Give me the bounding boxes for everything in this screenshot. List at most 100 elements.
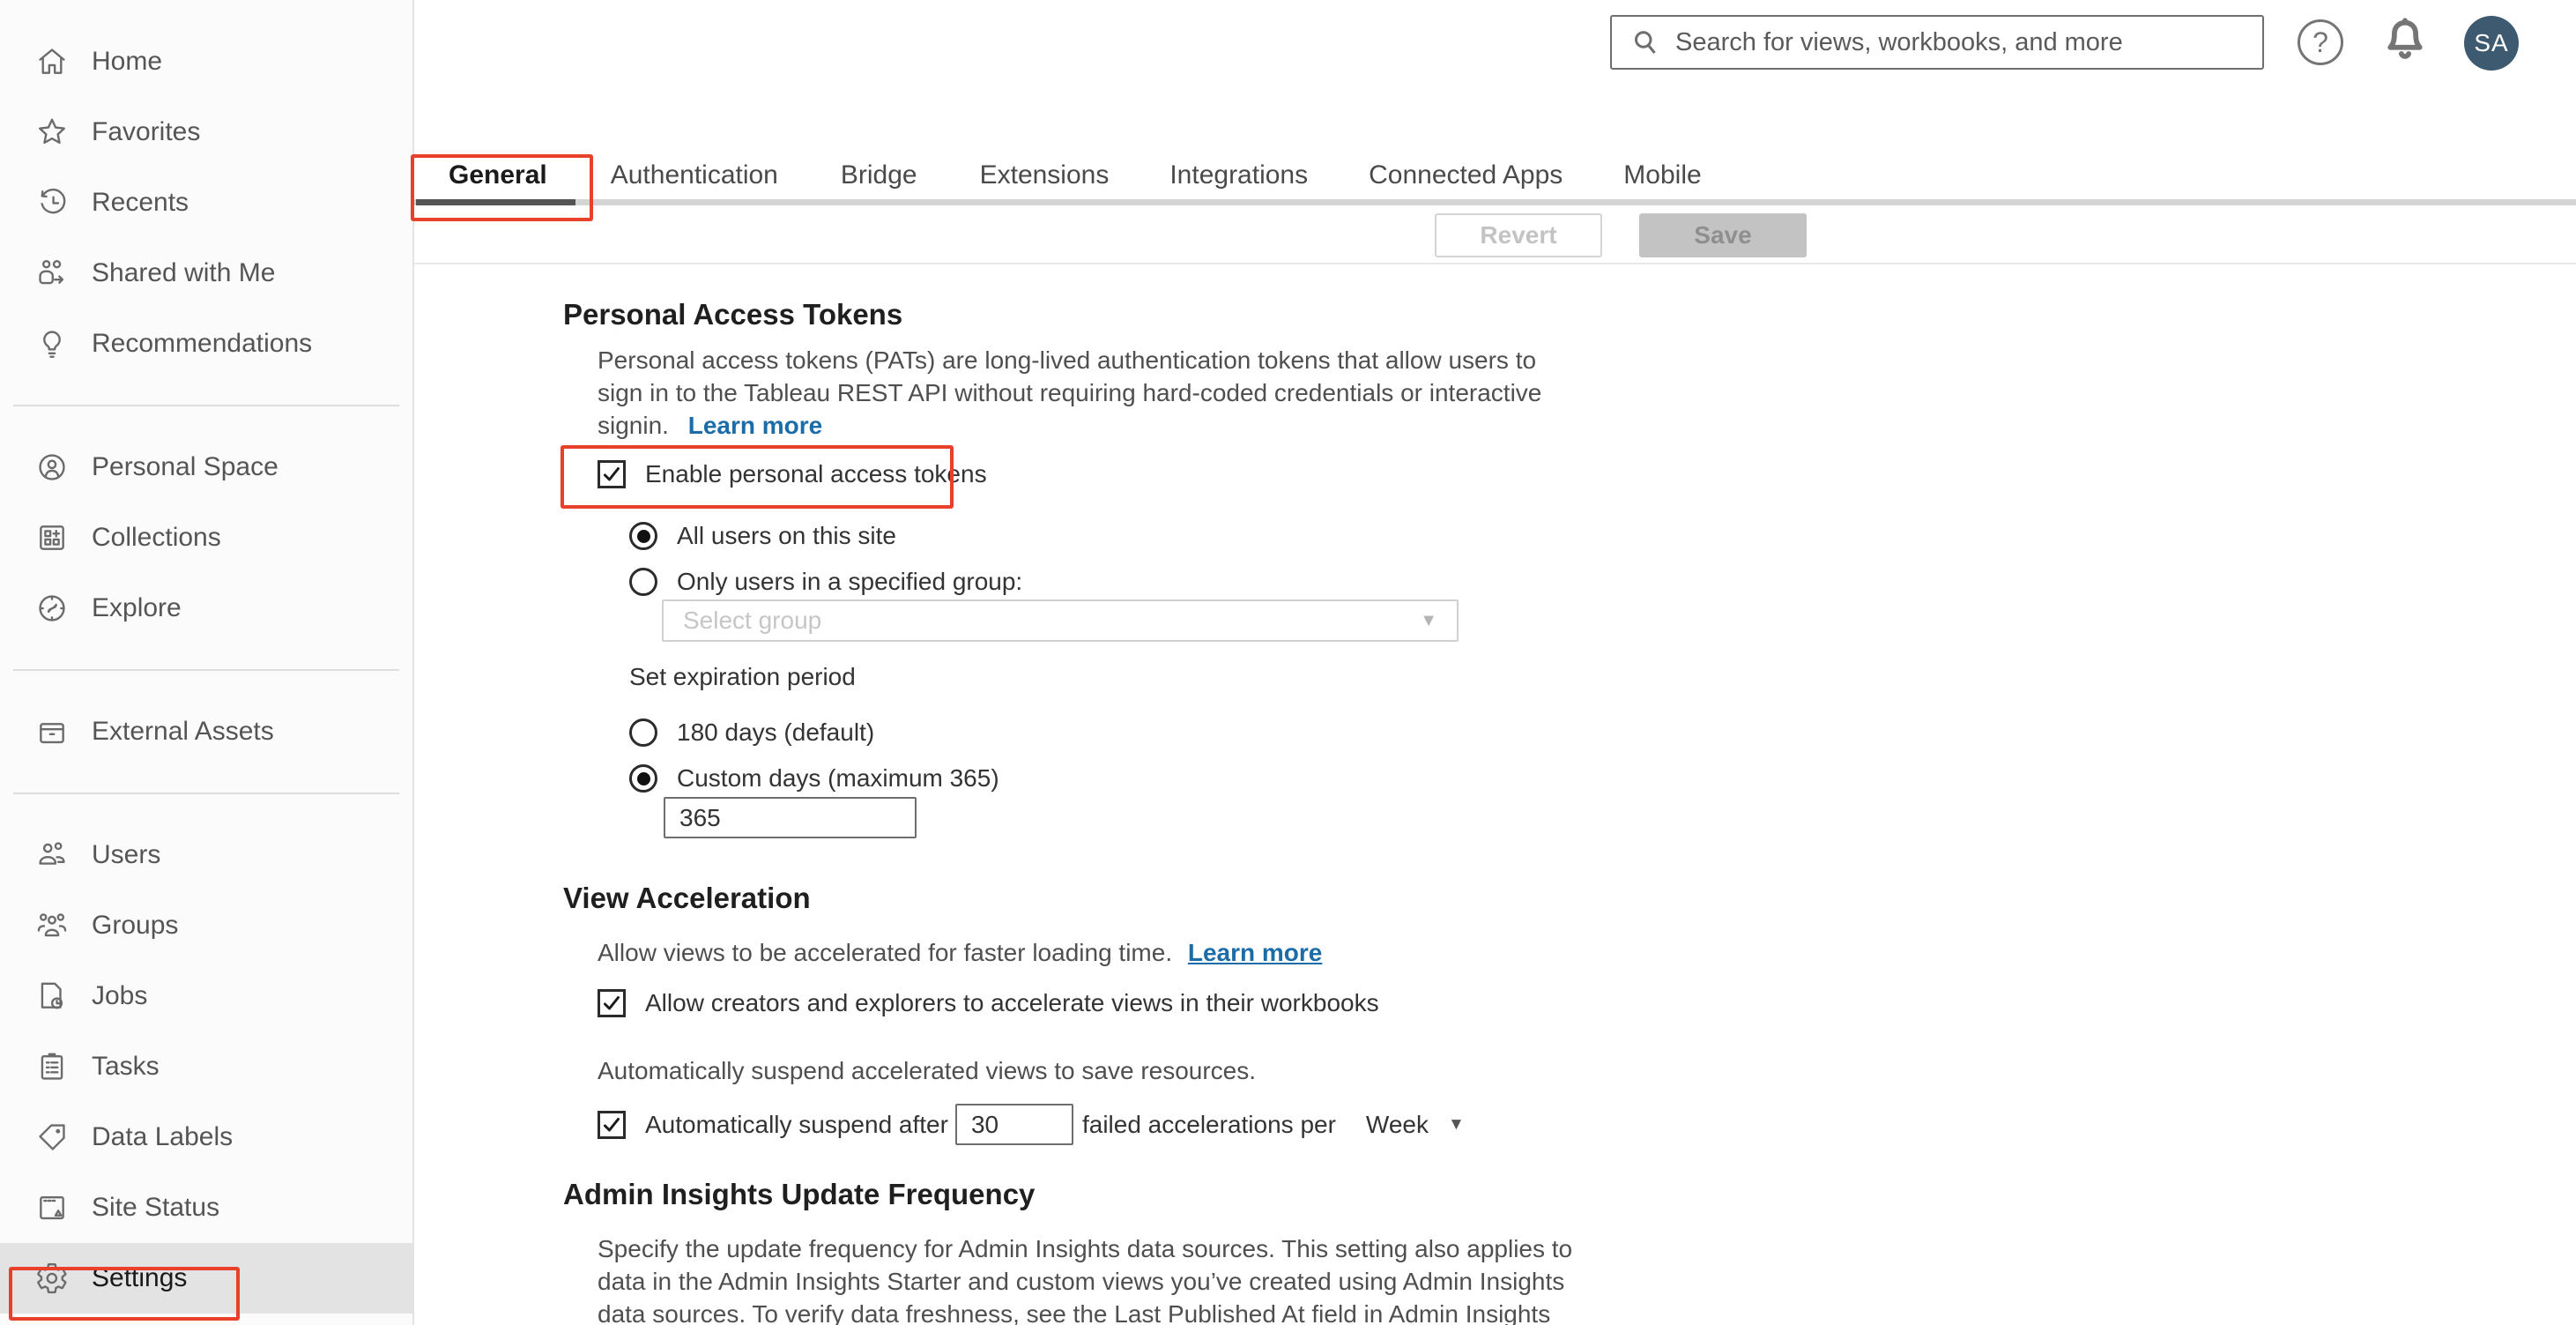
sidebar-item-label: Tasks (92, 1052, 160, 1081)
sidebar-item-label: Shared with Me (92, 258, 276, 287)
custom-days-input[interactable] (664, 797, 917, 838)
auto-suspend-suffix: failed accelerations per (1081, 1110, 1336, 1138)
all-users-radio-row: All users on this site (629, 522, 896, 550)
chevron-down-icon: ▼ (1420, 610, 1437, 630)
notifications-button[interactable] (2379, 14, 2431, 69)
sidebar-item-favorites[interactable]: Favorites (0, 97, 412, 167)
default-days-radio[interactable] (629, 718, 657, 747)
sidebar-item-jobs[interactable]: Jobs (0, 961, 412, 1031)
avatar[interactable]: SA (2464, 16, 2519, 71)
expiration-label: Set expiration period (629, 663, 856, 690)
pat-learn-more-link[interactable]: Learn more (688, 412, 823, 439)
gear-icon (35, 1262, 69, 1295)
allow-acceleration-label: Allow creators and explorers to accelera… (645, 989, 1379, 1016)
default-days-label: 180 days (default) (677, 718, 875, 746)
sidebar-item-label: Settings (92, 1263, 188, 1292)
specified-group-label: Only users in a specified group: (677, 568, 1023, 595)
suspend-period-select[interactable]: Week ▼ (1366, 1111, 1465, 1139)
sidebar-item-label: Recents (92, 188, 189, 217)
checkmark-icon (604, 996, 620, 1010)
archive-box-icon (35, 715, 69, 748)
enable-pat-label: Enable personal access tokens (645, 460, 987, 488)
sidebar: Home Favorites Recents Shared with Me Re… (0, 0, 414, 1325)
lightbulb-icon (35, 327, 69, 361)
sidebar-item-label: Jobs (92, 981, 148, 1010)
suspend-note: Automatically suspend accelerated views … (598, 1057, 1257, 1084)
group-select-placeholder: Select group (683, 607, 822, 634)
sidebar-item-label: Home (92, 47, 163, 76)
shared-with-me-icon (35, 257, 69, 290)
tab-track (414, 199, 2576, 205)
bell-icon (2387, 18, 2423, 59)
view-acceleration-title: View Acceleration (563, 882, 811, 914)
sidebar-item-settings[interactable]: Settings (0, 1243, 412, 1314)
group-select[interactable]: Select group ▼ (662, 599, 1459, 642)
view-acceleration-learn-more-link[interactable]: Learn more (1188, 939, 1323, 966)
active-tab-underline (416, 199, 575, 205)
save-button[interactable]: Save (1639, 213, 1807, 257)
enable-pat-checkbox[interactable] (598, 460, 626, 488)
divider (414, 263, 2576, 264)
search-input[interactable] (1674, 26, 2241, 58)
chevron-down-icon: ▼ (1448, 1114, 1465, 1134)
sidebar-item-recommendations[interactable]: Recommendations (0, 309, 412, 379)
sidebar-item-tasks[interactable]: Tasks (0, 1031, 412, 1102)
sidebar-item-label: Data Labels (92, 1122, 234, 1151)
avatar-initials: SA (2474, 29, 2509, 56)
sidebar-item-home[interactable]: Home (0, 26, 412, 97)
view-acceleration-description: Allow views to be accelerated for faster… (598, 939, 1323, 966)
all-users-label: All users on this site (677, 522, 896, 549)
custom-days-radio[interactable] (629, 764, 657, 793)
help-button[interactable]: ? (2298, 19, 2343, 65)
sidebar-item-data-labels[interactable]: Data Labels (0, 1102, 412, 1172)
expiration-label-row: Set expiration period (629, 663, 856, 691)
suspend-period-value: Week (1365, 1110, 1429, 1138)
revert-button[interactable]: Revert (1435, 213, 1602, 257)
tag-icon (35, 1120, 69, 1154)
default-days-radio-row: 180 days (default) (629, 718, 874, 747)
sidebar-item-label: Groups (92, 911, 179, 940)
sidebar-item-collections[interactable]: Collections (0, 502, 412, 573)
sidebar-divider (13, 669, 399, 671)
admin-insights-title: Admin Insights Update Frequency (563, 1178, 1036, 1210)
sidebar-item-label: Favorites (92, 117, 201, 146)
checkmark-icon (604, 1117, 620, 1131)
star-icon (35, 115, 69, 149)
auto-suspend-checkbox[interactable] (598, 1110, 626, 1139)
auto-suspend-row: Automatically suspend after failed accel… (598, 1104, 1465, 1145)
all-users-radio[interactable] (629, 522, 657, 550)
sidebar-item-site-status[interactable]: Site Status (0, 1172, 412, 1243)
sidebar-item-external-assets[interactable]: External Assets (0, 696, 412, 767)
sidebar-item-recents[interactable]: Recents (0, 167, 412, 238)
sidebar-item-explore[interactable]: Explore (0, 573, 412, 644)
pat-section-title: Personal Access Tokens (563, 298, 903, 331)
sidebar-item-label: Site Status (92, 1193, 220, 1222)
auto-suspend-prefix: Automatically suspend after (645, 1110, 948, 1138)
sidebar-item-groups[interactable]: Groups (0, 890, 412, 961)
site-status-icon (35, 1191, 69, 1225)
sidebar-item-label: External Assets (92, 717, 274, 746)
home-icon (35, 45, 69, 78)
question-mark-icon: ? (2312, 26, 2328, 58)
collections-icon (35, 521, 69, 555)
sidebar-item-shared-with-me[interactable]: Shared with Me (0, 238, 412, 309)
compass-icon (35, 592, 69, 625)
checkmark-icon (604, 467, 620, 481)
person-circle-icon (35, 450, 69, 484)
specified-group-radio[interactable] (629, 568, 657, 596)
tableau-settings-page: Home Favorites Recents Shared with Me Re… (0, 0, 2576, 1325)
suspend-threshold-input[interactable] (954, 1104, 1073, 1145)
sidebar-item-users[interactable]: Users (0, 820, 412, 890)
pat-description: Personal access tokens (PATs) are long-l… (598, 346, 1542, 439)
tasks-icon (35, 1050, 69, 1083)
allow-acceleration-checkbox[interactable] (598, 989, 626, 1017)
sidebar-divider (13, 405, 399, 406)
custom-days-radio-row: Custom days (maximum 365) (629, 764, 999, 793)
groups-icon (35, 909, 69, 942)
sidebar-item-personal-space[interactable]: Personal Space (0, 432, 412, 502)
search-icon (1635, 31, 1656, 54)
users-icon (35, 838, 69, 872)
allow-acceleration-row: Allow creators and explorers to accelera… (598, 989, 1379, 1017)
sidebar-item-label: Users (92, 840, 161, 869)
recents-icon (35, 186, 69, 220)
